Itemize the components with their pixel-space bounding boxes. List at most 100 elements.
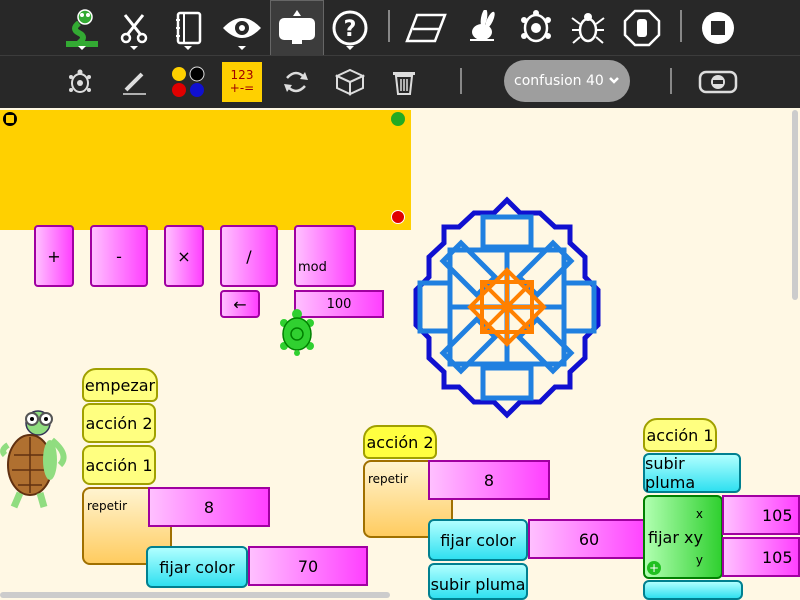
stop-turtle-button[interactable] bbox=[618, 4, 666, 52]
stop-icon bbox=[702, 12, 734, 44]
turtle-mascot bbox=[0, 410, 67, 509]
example-combo-box[interactable]: confusion 40 bbox=[504, 60, 630, 102]
pen-up-label-mid: subir pluma bbox=[430, 575, 526, 594]
x-value-block[interactable]: 105 bbox=[722, 495, 800, 535]
trash-palette-button[interactable] bbox=[384, 62, 424, 102]
minus-block[interactable]: - bbox=[90, 225, 148, 287]
mod-block[interactable]: mod bbox=[294, 225, 356, 287]
color-value-mid: 60 bbox=[578, 529, 600, 549]
start-label: empezar bbox=[84, 375, 156, 395]
x-arg-label: x bbox=[695, 507, 703, 521]
flow-icon bbox=[284, 71, 308, 93]
view-button[interactable] bbox=[218, 4, 266, 52]
rabbit-icon bbox=[470, 10, 495, 41]
divide-label: / bbox=[246, 246, 252, 266]
bug-icon bbox=[571, 13, 605, 44]
repeat-label-mid: repetir bbox=[368, 472, 409, 486]
help-button[interactable]: ? bbox=[326, 4, 374, 52]
run-fast-button[interactable] bbox=[458, 4, 506, 52]
horizontal-scrollbar[interactable] bbox=[0, 592, 390, 598]
turtle-palette-icon bbox=[69, 69, 91, 93]
eye-icon bbox=[223, 18, 261, 38]
hand-stop-icon bbox=[623, 9, 661, 47]
combo-value: confusion 40 bbox=[514, 73, 604, 89]
edit-button[interactable] bbox=[110, 4, 158, 52]
set-color-block[interactable]: fijar color bbox=[146, 546, 248, 588]
divide-block[interactable]: / bbox=[220, 225, 278, 287]
identity-block[interactable]: ← bbox=[220, 290, 260, 318]
action1-hat-label: acción 1 bbox=[646, 425, 714, 445]
run-slow-button[interactable] bbox=[512, 4, 560, 52]
vertical-scrollbar[interactable] bbox=[792, 110, 798, 300]
times-block[interactable]: × bbox=[164, 225, 204, 287]
scissors-icon bbox=[120, 14, 148, 44]
turtle-art-icon bbox=[66, 9, 98, 47]
next-palette-icon[interactable] bbox=[391, 112, 405, 126]
set-xy-label: fijar xy bbox=[648, 527, 703, 547]
plus-label: + bbox=[47, 246, 61, 266]
number-label: 100 bbox=[326, 296, 352, 312]
repeat-count-value-mid: 8 bbox=[483, 470, 495, 490]
palette-toolbar: 123 +-= bbox=[0, 55, 800, 108]
times-label: × bbox=[177, 246, 191, 266]
repeat-label: repetir bbox=[87, 499, 128, 513]
mod-label: mod bbox=[298, 260, 327, 275]
pen-palette-button[interactable] bbox=[114, 62, 154, 102]
activity-button[interactable] bbox=[58, 4, 106, 52]
stop-button[interactable] bbox=[694, 4, 742, 52]
y-arg-label: y bbox=[695, 553, 703, 567]
action1-label: acción 1 bbox=[85, 455, 153, 475]
help-icon: ? bbox=[332, 10, 368, 46]
next-block-right[interactable] bbox=[643, 580, 743, 600]
repeat-count-value: 8 bbox=[203, 497, 215, 517]
set-color-block-mid[interactable]: fijar color bbox=[428, 519, 528, 561]
set-xy-block[interactable]: fijar xy x y + bbox=[643, 495, 723, 579]
plus-block[interactable]: + bbox=[34, 225, 74, 287]
numbers-label-bottom: +-= bbox=[229, 81, 255, 95]
action2-hat-label: acción 2 bbox=[366, 432, 434, 452]
action2-call-block[interactable]: acción 2 bbox=[82, 403, 156, 443]
color-value-block-mid[interactable]: 60 bbox=[528, 519, 650, 559]
drawing-pattern bbox=[413, 196, 601, 419]
clean-button[interactable] bbox=[402, 4, 450, 52]
blocks-icon bbox=[335, 68, 365, 96]
repeat-count-block-mid[interactable]: 8 bbox=[428, 460, 550, 500]
identity-label: ← bbox=[233, 294, 247, 314]
trash-icon bbox=[393, 72, 415, 95]
palette-toggle-button[interactable] bbox=[270, 0, 324, 55]
hide-palette-icon bbox=[698, 70, 738, 94]
pen-up-block-right[interactable]: subir pluma bbox=[643, 453, 741, 493]
blocks-palette-button[interactable] bbox=[330, 62, 370, 102]
x-value: 105 bbox=[762, 505, 793, 525]
repeat-count-block[interactable]: 8 bbox=[148, 487, 270, 527]
turtle-icon bbox=[521, 10, 551, 43]
color-value: 70 bbox=[297, 556, 319, 576]
colors-palette-button[interactable] bbox=[168, 62, 208, 102]
y-value: 105 bbox=[762, 547, 793, 567]
flow-palette-button[interactable] bbox=[276, 62, 316, 102]
main-toolbar: ? bbox=[0, 0, 800, 55]
numbers-palette-button[interactable]: 123 +-= bbox=[222, 62, 262, 102]
journal-button[interactable] bbox=[164, 4, 212, 52]
action1-hat-block[interactable]: acción 1 bbox=[643, 418, 717, 452]
palette-toggle-icon bbox=[279, 10, 315, 44]
action2-hat-block[interactable]: acción 2 bbox=[363, 425, 437, 459]
numbers-palette: + - × / mod ← 100 bbox=[0, 110, 411, 318]
eraser-icon bbox=[405, 13, 447, 43]
debug-button[interactable] bbox=[564, 4, 612, 52]
start-block[interactable]: empezar bbox=[82, 368, 158, 402]
action2-label: acción 2 bbox=[85, 413, 153, 433]
turtle-sprite[interactable] bbox=[278, 308, 316, 358]
color-value-block[interactable]: 70 bbox=[248, 546, 368, 586]
turtle-palette-button[interactable] bbox=[60, 62, 100, 102]
action1-call-block[interactable]: acción 1 bbox=[82, 445, 156, 485]
pen-up-block-mid[interactable]: subir pluma bbox=[428, 563, 528, 600]
hide-palette-button[interactable] bbox=[698, 62, 738, 102]
pen-icon bbox=[123, 72, 146, 95]
chevron-down-icon bbox=[609, 77, 619, 84]
set-color-label-mid: fijar color bbox=[440, 530, 516, 550]
colors-icon bbox=[172, 66, 205, 97]
notebook-icon bbox=[176, 11, 202, 45]
y-value-block[interactable]: 105 bbox=[722, 537, 800, 577]
expand-icon[interactable]: + bbox=[647, 561, 661, 575]
